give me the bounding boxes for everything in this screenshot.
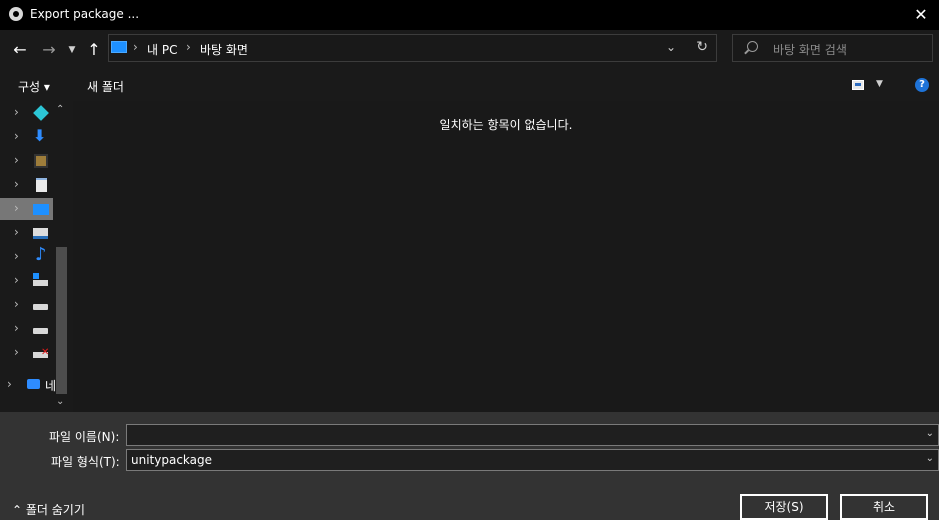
search-icon [747, 41, 758, 52]
expand-chevron-icon[interactable]: › [14, 249, 19, 263]
disconnected-drive-icon [33, 347, 49, 358]
file-list-area[interactable]: 일치하는 항목이 없습니다. [73, 101, 939, 412]
expand-chevron-icon[interactable]: › [14, 177, 19, 191]
tree-item-network[interactable]: › 네 [0, 374, 56, 396]
filetype-value: unitypackage [131, 453, 213, 467]
help-icon[interactable]: ? [915, 78, 929, 92]
up-folder-button[interactable]: ↑ [82, 38, 106, 62]
recent-locations-dropdown[interactable]: ▼ [64, 38, 80, 62]
expand-chevron-icon[interactable]: › [14, 321, 19, 335]
sidebar-scroll-thumb[interactable] [56, 247, 67, 394]
tree-item-desktop[interactable]: › [0, 198, 53, 220]
filetype-label: 파일 형식(T): [51, 455, 120, 469]
filename-label: 파일 이름(N): [49, 430, 120, 444]
new-folder-button[interactable]: 새 폴더 [87, 78, 124, 95]
tree-item-disconnected-drive[interactable]: › [0, 342, 53, 364]
this-pc-icon [111, 41, 127, 53]
expand-chevron-icon[interactable]: › [14, 153, 19, 167]
breadcrumb-separator[interactable]: › [186, 40, 191, 54]
address-bar[interactable]: › 내 PC › 바탕 화면 ⌄ ↻ [108, 34, 717, 62]
unity-app-icon [9, 7, 23, 21]
command-toolbar: 구성 ▾ 새 폴더 ▼ ? [0, 70, 939, 102]
network-icon [27, 379, 40, 389]
tree-item-pictures[interactable]: › [0, 222, 53, 244]
drive-icon [33, 304, 48, 310]
close-window-button[interactable]: ✕ [903, 0, 939, 30]
drive-icon [33, 328, 48, 334]
tree-item-drive[interactable]: › [0, 318, 53, 340]
expand-chevron-icon[interactable]: › [14, 345, 19, 359]
filename-field[interactable]: ⌄ [126, 424, 939, 446]
filetype-select[interactable]: unitypackage ⌄ [126, 449, 939, 471]
expand-chevron-icon[interactable]: › [14, 201, 19, 215]
empty-folder-message: 일치하는 항목이 없습니다. [439, 118, 573, 132]
tree-item-local-disk[interactable]: › [0, 270, 53, 292]
breadcrumb-desktop[interactable]: 바탕 화면 [200, 41, 248, 58]
tree-item-music[interactable]: › ♪ [0, 244, 53, 268]
tree-item-downloads[interactable]: › ⬇ [0, 126, 53, 148]
refresh-icon[interactable]: ↻ [696, 39, 708, 55]
tree-item-3d-objects[interactable]: › [0, 102, 53, 124]
pictures-icon [33, 228, 48, 239]
search-input[interactable]: 바탕 화면 검색 [732, 34, 933, 62]
organize-menu[interactable]: 구성 ▾ [18, 78, 50, 95]
3d-objects-icon [33, 105, 49, 121]
address-dropdown-icon[interactable]: ⌄ [666, 40, 676, 54]
hide-folders-toggle[interactable]: ⌃ 폴더 숨기기 [12, 501, 85, 518]
breadcrumb-this-pc[interactable]: 내 PC [147, 41, 177, 58]
navigation-bar: ← → ▼ ↑ › 내 PC › 바탕 화면 ⌄ ↻ 바탕 화면 검색 [0, 30, 939, 70]
music-icon: ♪ [35, 244, 47, 265]
documents-icon [36, 178, 47, 192]
videos-icon [34, 154, 48, 168]
expand-chevron-icon[interactable]: › [14, 225, 19, 239]
change-view-icon[interactable] [852, 80, 864, 90]
tree-item-drive[interactable]: › [0, 294, 53, 316]
expand-chevron-icon[interactable]: › [14, 273, 19, 287]
windows-drive-icon [33, 273, 48, 286]
expand-chevron-icon[interactable]: › [14, 105, 19, 119]
title-bar: Export package ... ✕ [0, 0, 939, 30]
scroll-down-icon[interactable]: ⌄ [56, 396, 64, 407]
window-title: Export package ... [30, 7, 140, 21]
expand-chevron-icon[interactable]: › [14, 129, 19, 143]
view-options-dropdown[interactable]: ▼ [876, 79, 883, 89]
filetype-dropdown-icon[interactable]: ⌄ [926, 453, 934, 464]
scroll-up-icon[interactable]: ⌃ [56, 104, 64, 115]
desktop-icon [33, 204, 49, 215]
tree-item-videos[interactable]: › [0, 150, 53, 172]
navigation-pane: › › ⬇ › › › › › ♪ › › › › › [0, 101, 73, 412]
expand-chevron-icon[interactable]: › [7, 377, 12, 391]
downloads-icon: ⬇ [33, 126, 47, 145]
save-form-panel: 파일 이름(N): ⌄ 파일 형식(T): unitypackage ⌄ ⌃ 폴… [0, 412, 939, 520]
back-button[interactable]: ← [8, 38, 32, 62]
tree-item-documents[interactable]: › [0, 174, 53, 196]
save-button[interactable]: 저장(S) [740, 494, 828, 520]
expand-chevron-icon[interactable]: › [14, 297, 19, 311]
search-placeholder: 바탕 화면 검색 [773, 43, 847, 57]
forward-button[interactable]: → [37, 38, 61, 62]
filename-dropdown-icon[interactable]: ⌄ [926, 428, 934, 439]
breadcrumb-separator[interactable]: › [133, 40, 138, 54]
cancel-button[interactable]: 취소 [840, 494, 928, 520]
